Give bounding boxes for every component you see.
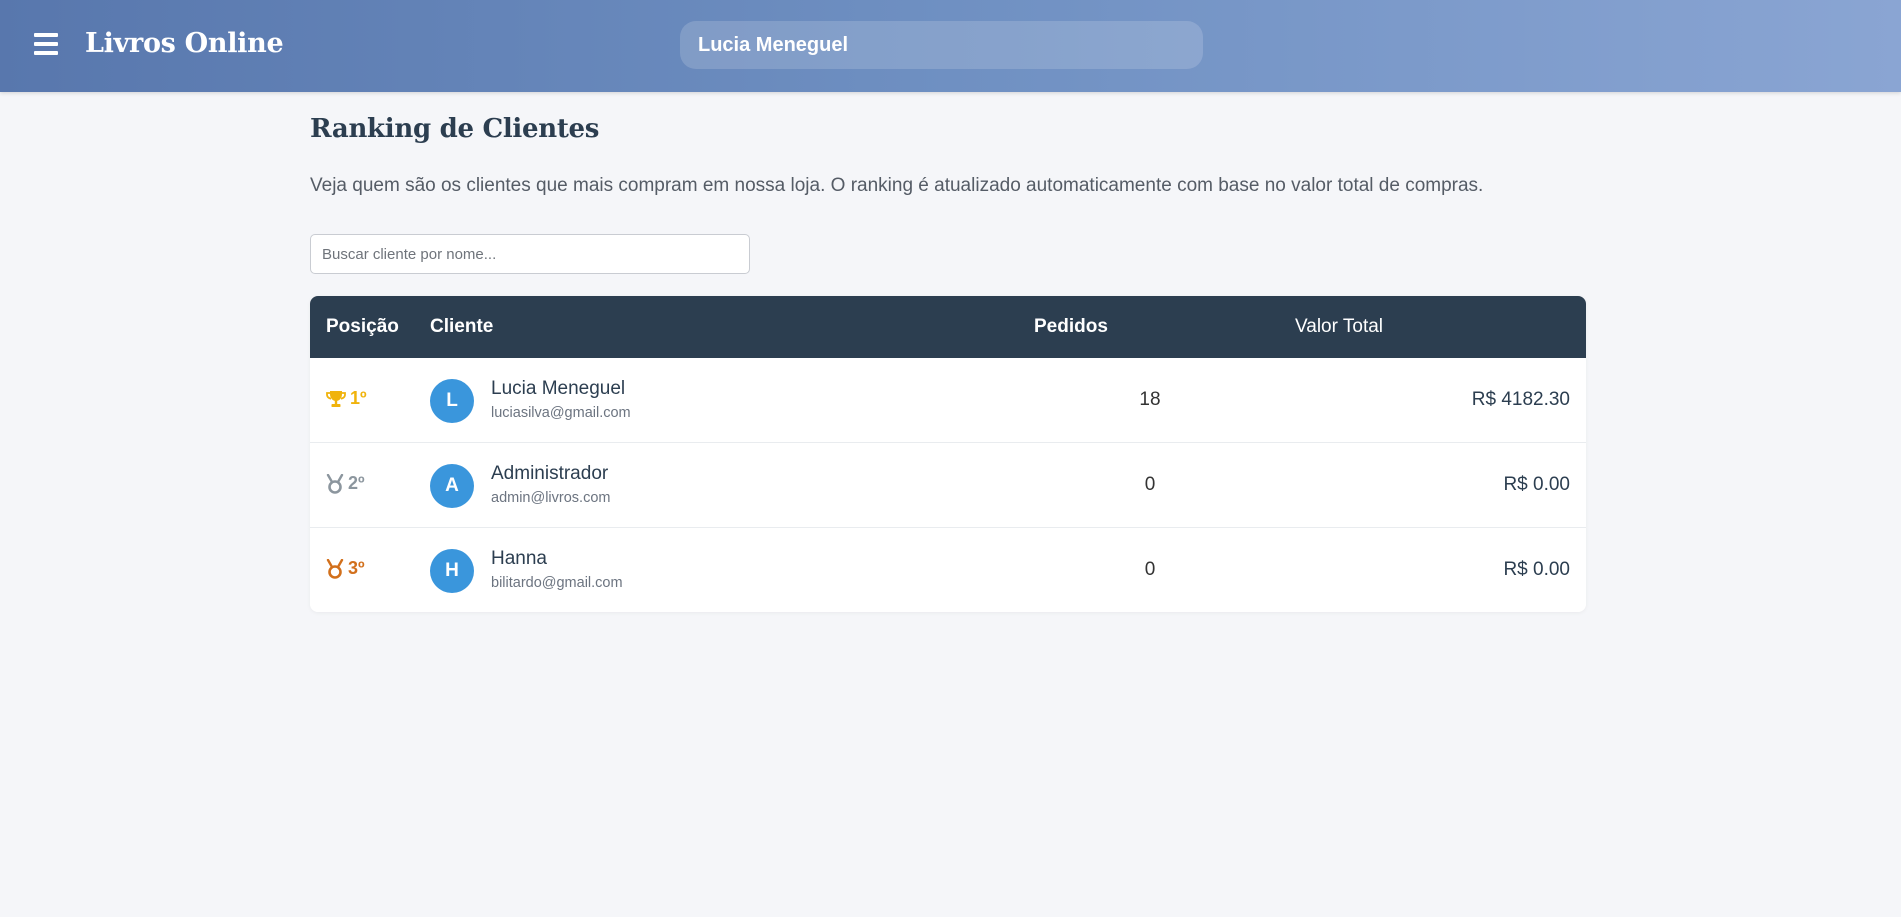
orders-count: 18 xyxy=(1139,389,1161,410)
column-header-client: Cliente xyxy=(430,316,494,337)
rank-cell: 2º xyxy=(326,473,365,494)
table-row: 2º A Administrador admin@livros.com 0 R$… xyxy=(310,443,1586,528)
avatar: H xyxy=(430,549,474,593)
trophy-icon xyxy=(326,390,346,407)
client-name: Hanna xyxy=(491,548,547,569)
rank-position: 3º xyxy=(348,558,365,578)
bronze-medal-icon xyxy=(326,558,344,579)
column-header-orders: Pedidos xyxy=(1034,316,1108,337)
client-name: Lucia Meneguel xyxy=(491,378,626,399)
client-name: Administrador xyxy=(491,463,609,484)
page-title: Ranking de Clientes xyxy=(310,114,600,144)
menu-icon[interactable] xyxy=(34,33,58,55)
table-header: Posição Cliente Pedidos Valor Total xyxy=(310,296,1586,358)
page-description: Veja quem são os clientes que mais compr… xyxy=(310,175,1484,196)
total-value: R$ 4182.30 xyxy=(1471,389,1570,410)
rank-position: 2º xyxy=(348,473,365,493)
top-navbar: Livros Online Lucia Meneguel xyxy=(0,0,1901,92)
table-row: 1º L Lucia Meneguel luciasilva@gmail.com… xyxy=(310,358,1586,443)
total-value: R$ 0.00 xyxy=(1503,559,1570,580)
client-email: admin@livros.com xyxy=(491,490,611,506)
user-menu-button[interactable]: Lucia Meneguel xyxy=(680,21,1203,69)
orders-count: 0 xyxy=(1144,474,1156,495)
client-email: bilitardo@gmail.com xyxy=(491,575,623,591)
column-header-position: Posição xyxy=(326,316,399,337)
brand-logo[interactable]: Livros Online xyxy=(85,28,284,59)
rank-cell: 3º xyxy=(326,558,365,579)
column-header-total: Valor Total xyxy=(1295,316,1384,337)
silver-medal-icon xyxy=(326,473,344,494)
search-input[interactable] xyxy=(310,234,750,274)
client-email: luciasilva@gmail.com xyxy=(491,405,631,421)
avatar: L xyxy=(430,379,474,423)
ranking-table: Posição Cliente Pedidos Valor Total 1º L… xyxy=(310,296,1586,612)
rank-cell: 1º xyxy=(326,388,367,409)
total-value: R$ 0.00 xyxy=(1503,474,1570,495)
orders-count: 0 xyxy=(1144,559,1156,580)
table-row: 3º H Hanna bilitardo@gmail.com 0 R$ 0.00 xyxy=(310,528,1586,612)
avatar: A xyxy=(430,464,474,508)
rank-position: 1º xyxy=(350,388,367,408)
